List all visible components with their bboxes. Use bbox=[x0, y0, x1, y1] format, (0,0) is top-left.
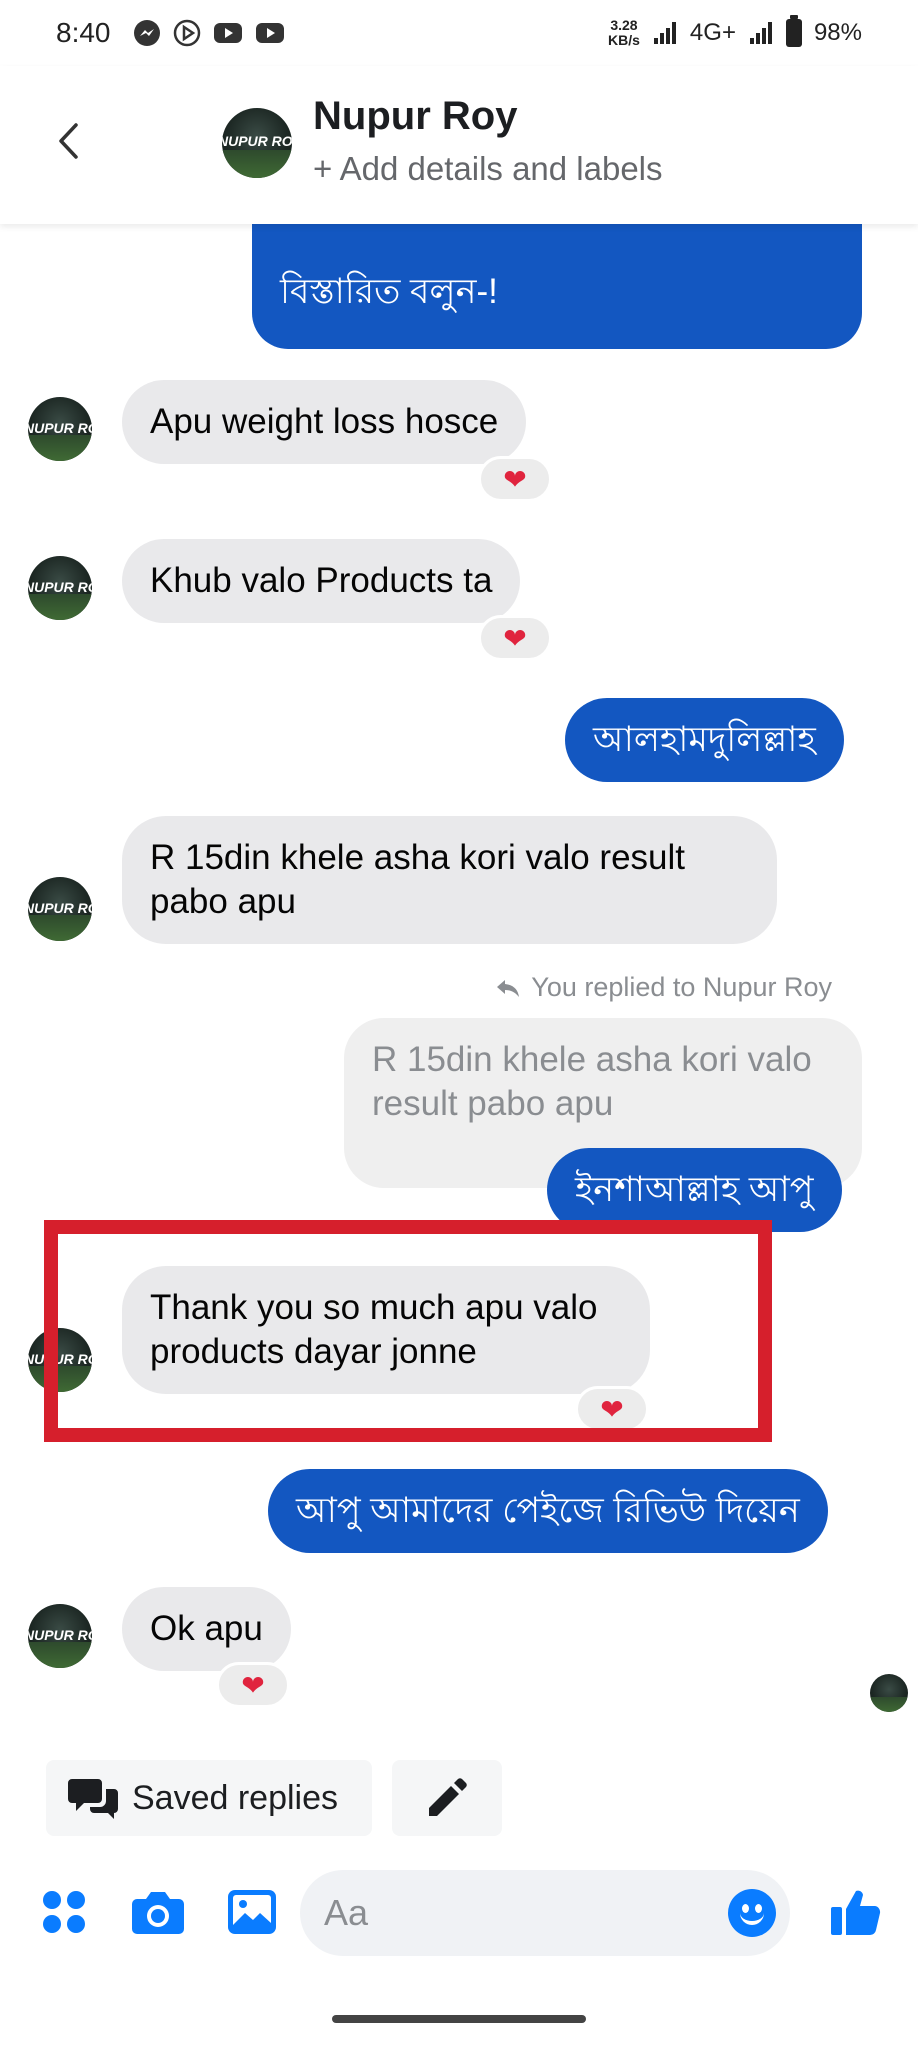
network-type: 4G+ bbox=[689, 19, 736, 46]
home-indicator[interactable] bbox=[332, 2015, 586, 2023]
emoji-icon[interactable] bbox=[728, 1889, 776, 1937]
reply-icon bbox=[497, 979, 520, 997]
net-speed-unit: KB/s bbox=[608, 32, 640, 48]
message-bubble-incoming[interactable]: Ok apu bbox=[122, 1587, 291, 1671]
net-speed-value: 3.28 bbox=[610, 17, 638, 33]
status-right: 3.28 KB/s 4G+ 98% bbox=[608, 15, 862, 48]
back-button[interactable] bbox=[48, 116, 88, 166]
apps-button[interactable] bbox=[36, 1884, 92, 1940]
seen-receipt-avatar bbox=[870, 1674, 908, 1712]
conversation-header: NUPUR ROY Nupur Roy + Add details and la… bbox=[0, 66, 918, 224]
highlight-box bbox=[44, 1220, 772, 1442]
message-input[interactable] bbox=[324, 1870, 724, 1956]
reply-label: You replied to Nupur Roy bbox=[495, 972, 832, 1003]
saved-replies-label: Saved replies bbox=[132, 1778, 339, 1817]
status-bar: 8:40 3.28 KB/s 4G+ 98% bbox=[0, 0, 918, 66]
pencil-icon bbox=[429, 1778, 467, 1816]
apps-icon bbox=[43, 1891, 85, 1933]
sender-avatar[interactable]: NUPUR ROY bbox=[28, 1604, 92, 1668]
message-list[interactable]: বিস্তারিত বলুন-! NUPUR ROY Apu weight lo… bbox=[0, 224, 918, 1754]
message-bubble-outgoing[interactable]: আলহামদুলিল্লাহ bbox=[565, 698, 844, 782]
message-text: Apu weight loss hosce bbox=[150, 402, 499, 441]
message-bubble-incoming[interactable]: R 15din khele asha kori valo result pabo… bbox=[122, 816, 777, 944]
message-text: Khub valo Products ta bbox=[150, 561, 493, 600]
signal-icon bbox=[749, 22, 772, 44]
youtube-icon bbox=[213, 23, 242, 43]
battery-percent: 98% bbox=[813, 19, 862, 46]
message-input-wrapper bbox=[300, 1870, 790, 1956]
sender-avatar[interactable]: NUPUR ROY bbox=[28, 397, 92, 461]
chat-bubbles-icon bbox=[68, 1779, 118, 1819]
like-button[interactable] bbox=[828, 1884, 884, 1940]
message-text: বিস্তারিত বলুন-! bbox=[280, 272, 498, 311]
edit-button[interactable] bbox=[392, 1760, 502, 1836]
sender-avatar[interactable]: NUPUR ROY bbox=[28, 556, 92, 620]
avatar-text: NUPUR ROY bbox=[222, 133, 292, 150]
heart-reaction[interactable]: ❤ bbox=[478, 456, 552, 502]
message-bubble-incoming[interactable]: Apu weight loss hosce bbox=[122, 380, 527, 464]
saved-replies-button[interactable]: Saved replies bbox=[46, 1760, 372, 1836]
message-text: R 15din khele asha kori valo result pabo… bbox=[150, 838, 686, 921]
signal-icon bbox=[653, 22, 676, 44]
contact-avatar[interactable]: NUPUR ROY bbox=[222, 108, 292, 178]
heart-reaction[interactable]: ❤ bbox=[216, 1662, 290, 1708]
sender-avatar[interactable]: NUPUR ROY bbox=[28, 877, 92, 941]
battery-icon bbox=[785, 15, 802, 47]
quoted-text: R 15din khele asha kori valo result pabo… bbox=[372, 1040, 812, 1123]
messenger-icon bbox=[133, 20, 160, 46]
reply-label-text: You replied to Nupur Roy bbox=[531, 972, 832, 1002]
youtube-icon bbox=[255, 23, 284, 43]
message-text: Ok apu bbox=[150, 1609, 263, 1648]
message-bubble-incoming[interactable]: Khub valo Products ta bbox=[122, 539, 521, 623]
contact-name[interactable]: Nupur Roy bbox=[313, 94, 517, 139]
notification-icons bbox=[133, 19, 285, 47]
heart-reaction[interactable]: ❤ bbox=[478, 615, 552, 661]
message-bubble-outgoing[interactable]: বিস্তারিত বলুন-! bbox=[252, 224, 862, 349]
play-store-icon bbox=[173, 19, 200, 47]
message-text: আলহামদুলিল্লাহ bbox=[593, 720, 816, 759]
message-composer bbox=[0, 1862, 918, 1962]
gallery-button[interactable] bbox=[224, 1884, 280, 1940]
camera-button[interactable] bbox=[130, 1884, 186, 1940]
net-speed: 3.28 KB/s bbox=[608, 18, 640, 48]
thumbs-up-icon bbox=[831, 1890, 881, 1936]
add-details-link[interactable]: + Add details and labels bbox=[313, 150, 663, 188]
message-bubble-outgoing[interactable]: আপু আমাদের পেইজে রিভিউ দিয়েন bbox=[268, 1469, 828, 1553]
image-icon bbox=[228, 1890, 276, 1934]
status-time: 8:40 bbox=[56, 17, 111, 48]
message-text: ইনশাআল্লাহ আপু bbox=[575, 1170, 814, 1209]
chevron-left-icon bbox=[59, 123, 78, 159]
camera-icon bbox=[132, 1892, 184, 1934]
message-text: আপু আমাদের পেইজে রিভিউ দিয়েন bbox=[296, 1491, 800, 1530]
